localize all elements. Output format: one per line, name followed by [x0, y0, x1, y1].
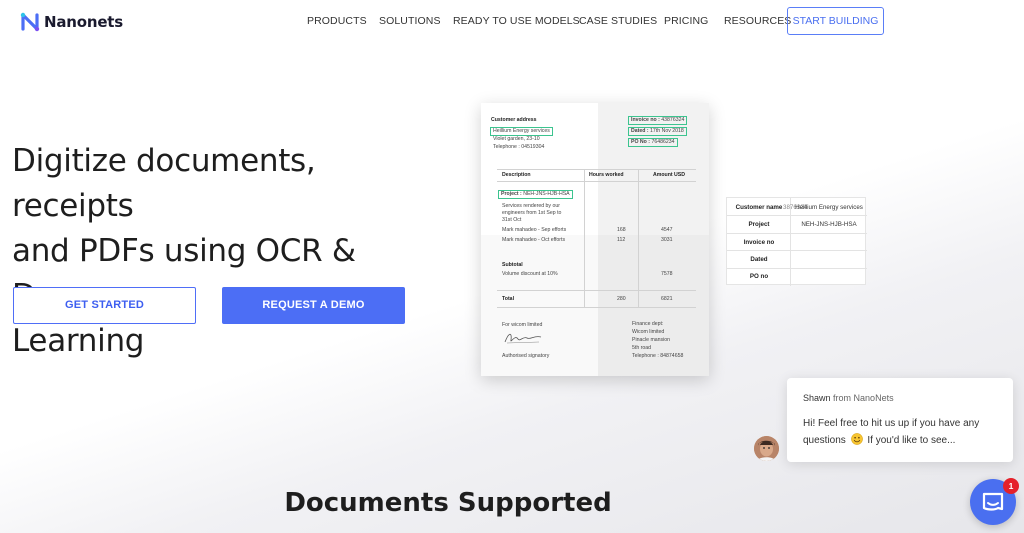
po-box: PO No : 76486234	[628, 138, 678, 147]
nav-pricing[interactable]: PRICING	[664, 15, 708, 27]
chat-message-line: Hi! Feel free to hit us up if you have a…	[803, 418, 980, 429]
field-key: Dated	[750, 256, 768, 263]
field-key: Invoice no	[743, 239, 775, 246]
nav-resources[interactable]: RESOURCES	[724, 15, 791, 27]
po-value: 76486234	[651, 139, 675, 145]
invoice-no-label: Invoice no :	[631, 117, 660, 123]
dated-label: Dated :	[631, 128, 649, 134]
project-box: Project : NEH-JNS-HJB-HSA	[498, 190, 573, 199]
services-line: engineers from 1st Sep to	[502, 210, 562, 216]
get-started-button[interactable]: GET STARTED	[13, 287, 196, 324]
finance-line: Wicom limited	[632, 329, 665, 335]
hero-title: Digitize documents, receipts and PDFs us…	[12, 139, 442, 364]
request-demo-button[interactable]: REQUEST A DEMO	[222, 287, 405, 324]
smile-emoji-icon	[850, 433, 863, 445]
signatory-label: Authorised signatory	[502, 353, 550, 359]
customer-address-label: Customer address	[491, 117, 537, 123]
start-building-button[interactable]: START BUILDING	[787, 7, 884, 35]
table-divider	[790, 198, 791, 286]
nav-ready-to-use-models[interactable]: READY TO USE MODELS	[453, 15, 580, 27]
nanonets-logo-icon	[20, 12, 40, 32]
chat-message-line: If you'd like to see...	[867, 435, 956, 446]
chat-sender: Shawn from NanoNets	[803, 393, 894, 403]
brand-logo[interactable]: Nanonets	[20, 12, 123, 32]
field-key: Customer name	[735, 204, 783, 211]
volume-amount: 7578	[661, 271, 673, 277]
total-label: Total	[502, 296, 515, 302]
field-key: PO no	[749, 273, 769, 280]
invoice-illustration: Customer address Heillium Energy service…	[481, 103, 709, 376]
documents-supported-heading: Documents Supported	[284, 488, 612, 518]
for-company: For wicom limited	[502, 322, 543, 328]
chat-message-card[interactable]: Shawn from NanoNets Hi! Feel free to hit…	[787, 378, 1013, 462]
table-rule	[638, 169, 639, 307]
unread-badge: 1	[1003, 478, 1019, 494]
telephone-line: Telephone : 04519304	[493, 144, 545, 150]
table-rule	[497, 181, 696, 182]
avatar-face-icon	[754, 436, 779, 461]
volume-discount: Volume discount at 10%	[502, 271, 558, 277]
field-value: NEH-JNS-HJB-HSA	[801, 221, 857, 228]
total-hours: 280	[617, 296, 626, 302]
row-desc: Mark mahadeo - Oct efforts	[502, 237, 566, 243]
finance-line: Finance dept:	[632, 321, 664, 327]
finance-line: Telephone : 84874658	[632, 353, 684, 359]
signature-image	[504, 333, 542, 344]
dated-box: Dated : 17th Nov 2018	[628, 127, 687, 136]
chat-message: Hi! Feel free to hit us up if you have a…	[803, 415, 1003, 449]
hero-title-line: Learning	[12, 323, 145, 359]
nav-case-studies[interactable]: CASE STUDIES	[579, 15, 657, 27]
services-line: Services rendered by our	[502, 203, 560, 209]
customer-name-box: Heillium Energy services	[490, 127, 553, 136]
po-label: PO No :	[631, 139, 651, 145]
dated-value: 17th Nov 2018	[650, 128, 684, 134]
table-divider	[727, 250, 867, 251]
project-value: NEH-JNS-HJB-HSA	[523, 191, 570, 197]
table-divider	[727, 233, 867, 234]
field-value: Heillium Energy services	[795, 204, 863, 211]
subtotal-label: Subtotal	[502, 262, 523, 268]
invoice-no-value: 43876324	[661, 117, 685, 123]
row-amount: 4547	[661, 227, 673, 233]
table-rule	[497, 307, 696, 308]
nav-solutions[interactable]: SOLUTIONS	[379, 15, 441, 27]
chat-message-line: questions	[803, 435, 846, 446]
sender-name: Shawn	[803, 393, 831, 403]
hero-title-line: Digitize documents, receipts	[12, 143, 316, 224]
row-amount: 3031	[661, 237, 673, 243]
brand-name: Nanonets	[44, 13, 124, 31]
col-description: Description	[502, 172, 531, 178]
row-desc: Mark mahadeo - Sep efforts	[502, 227, 567, 233]
services-line: 31st Oct	[502, 217, 522, 223]
extracted-fields-table: Customer name 3876324 Heillium Energy se…	[726, 197, 867, 286]
finance-line: Pinacle mansion	[632, 337, 671, 343]
project-label: Project :	[501, 191, 522, 197]
sender-org: from NanoNets	[833, 393, 894, 403]
agent-avatar[interactable]	[754, 436, 779, 461]
total-amount: 6821	[661, 296, 673, 302]
table-rule	[497, 290, 696, 291]
nav-products[interactable]: PRODUCTS	[307, 15, 367, 27]
invoice-no-box: Invoice no : 43876324	[628, 116, 688, 125]
col-amount: Amount USD	[653, 172, 685, 178]
row-hours: 112	[617, 237, 626, 243]
table-rule	[584, 169, 585, 307]
field-key: Project	[748, 221, 770, 228]
table-divider	[727, 268, 867, 269]
table-rule	[497, 169, 696, 170]
top-navbar: Nanonets PRODUCTS SOLUTIONS READY TO USE…	[0, 0, 1024, 44]
finance-line: 5th road	[632, 345, 652, 351]
row-hours: 168	[617, 227, 626, 233]
address-line: Violet garden, 23-10	[493, 136, 540, 142]
col-hours: Hours worked	[589, 172, 624, 178]
table-divider	[727, 215, 867, 216]
